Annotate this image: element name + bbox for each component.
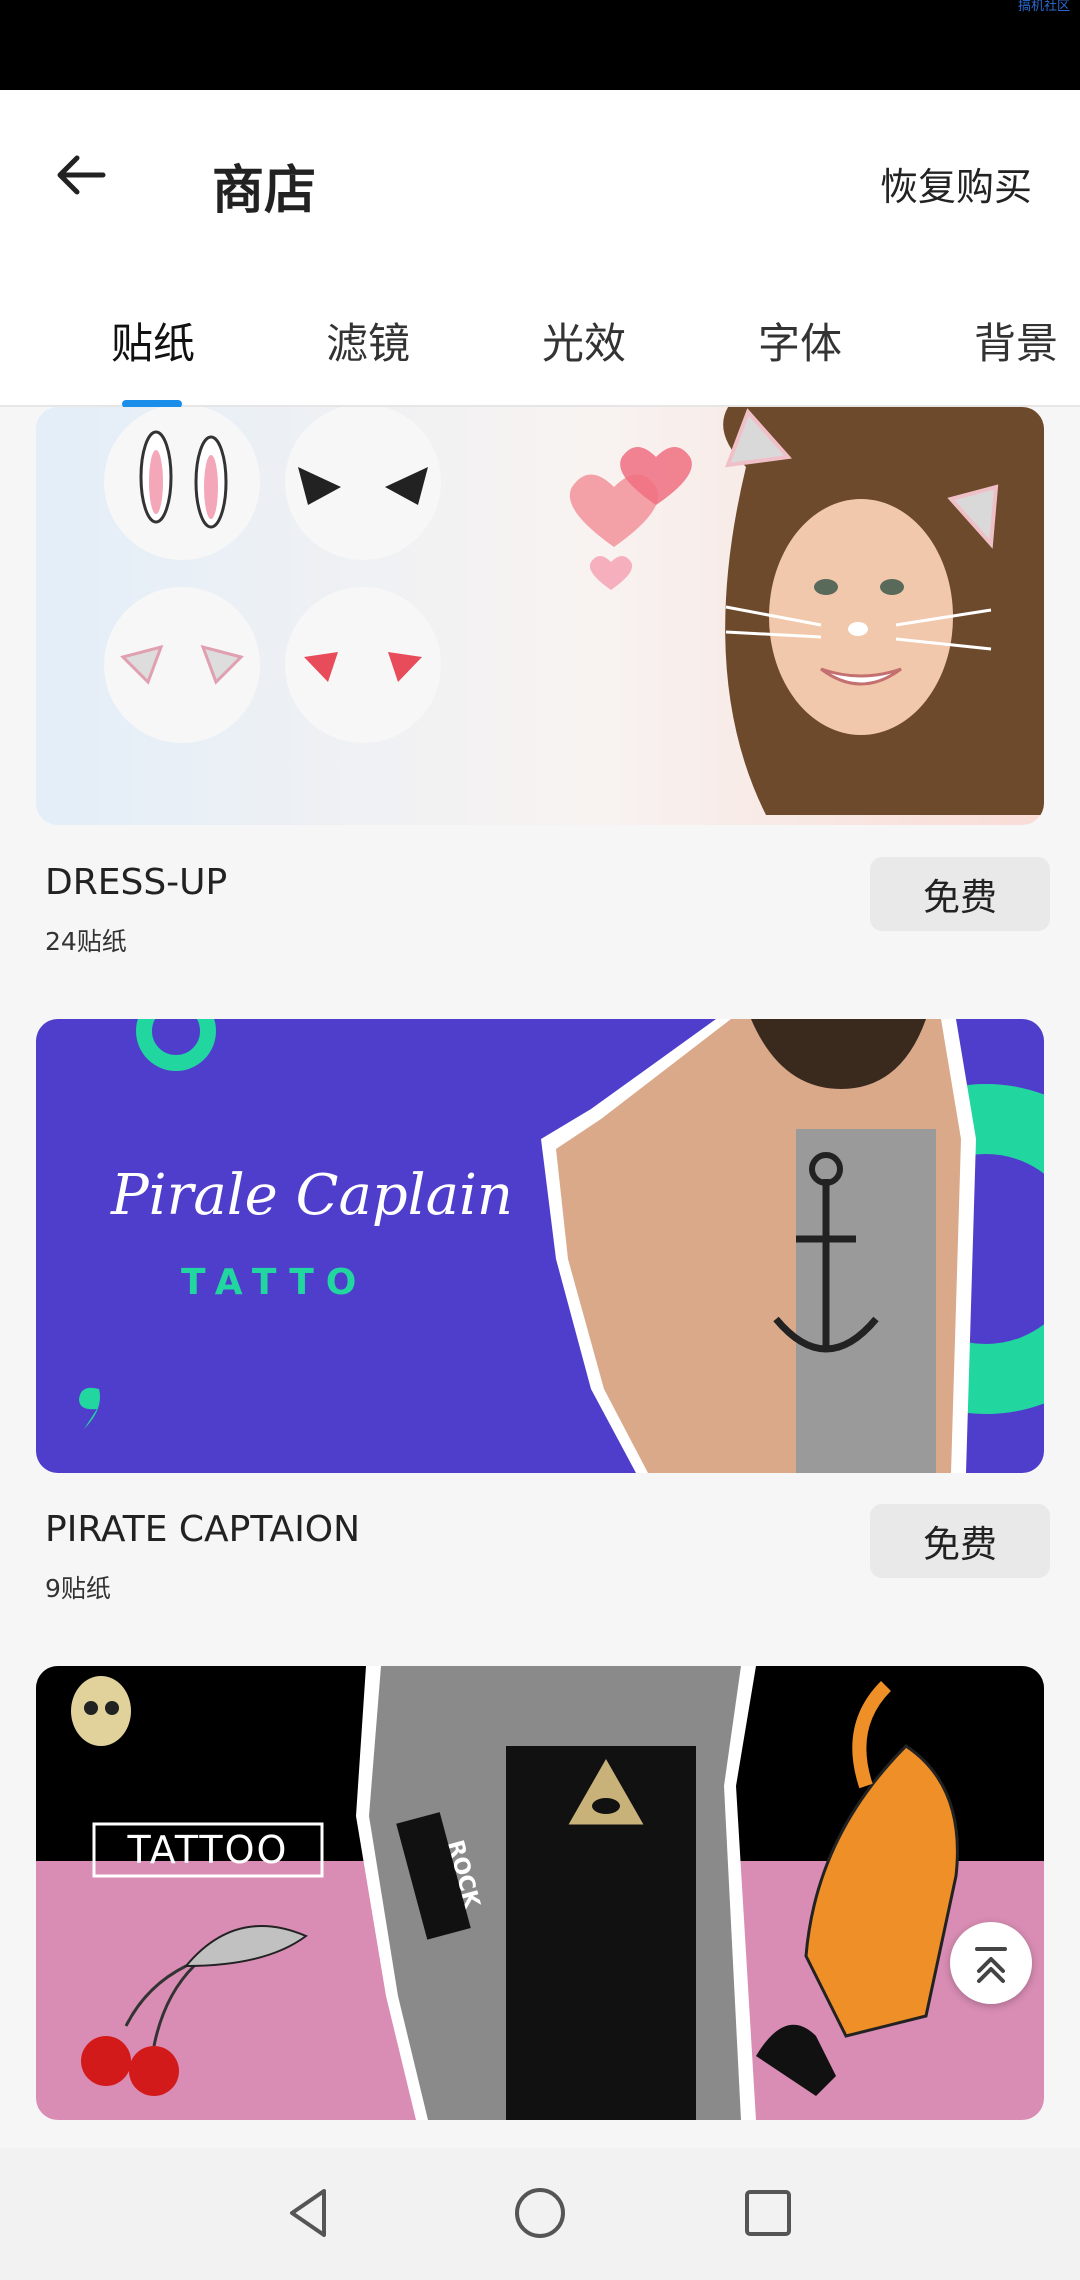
nav-back-icon <box>290 2189 326 2237</box>
app-header: 商店 恢复购买 贴纸 滤镜 光效 字体 背景 <box>0 90 1080 408</box>
banner-subtitle: TATTO <box>181 1262 368 1303</box>
back-button[interactable] <box>50 145 110 205</box>
item-subtitle: 24贴纸 <box>45 927 127 956</box>
item-subtitle: 9贴纸 <box>45 1574 111 1603</box>
nav-recents-button[interactable] <box>733 2178 803 2248</box>
scroll-to-top-button[interactable] <box>950 1922 1032 2004</box>
system-nav-bar <box>0 2148 1080 2280</box>
sticker-list[interactable]: DRESS-UP 24贴纸 免费 Pirale Caplain TATTO PI… <box>0 407 1080 2147</box>
tab-fonts[interactable]: 字体 <box>725 310 875 371</box>
scroll-to-top-icon <box>975 1947 1007 1983</box>
restore-purchase-button[interactable]: 恢复购买 <box>880 156 1032 211</box>
dress-up-banner[interactable] <box>36 407 1044 825</box>
back-arrow-icon <box>57 155 106 195</box>
tattoo-label: TATTOO <box>127 1828 289 1872</box>
page-title: 商店 <box>212 161 317 221</box>
nav-recents-icon <box>745 2190 791 2236</box>
tattoo-banner[interactable]: ROCK TATTOO <box>36 1666 1044 2120</box>
free-button[interactable]: 免费 <box>870 1504 1050 1578</box>
tab-filters[interactable]: 滤镜 <box>293 310 443 371</box>
category-tabs: 贴纸 滤镜 光效 字体 背景 <box>0 310 1080 408</box>
nav-home-icon <box>515 2188 565 2238</box>
tab-backgrounds[interactable]: 背景 <box>941 310 1080 371</box>
status-bar: 搞机社区 <box>0 0 1080 90</box>
watermark: 搞机社区 <box>1017 0 1070 14</box>
pirate-captain-banner[interactable]: Pirale Caplain TATTO <box>36 1019 1044 1473</box>
tab-stickers[interactable]: 贴纸 <box>78 310 228 371</box>
nav-back-button[interactable] <box>273 2178 343 2248</box>
tab-light-effects[interactable]: 光效 <box>509 310 659 371</box>
item-title: PIRATE CAPTAION <box>45 1509 361 1550</box>
nav-home-button[interactable] <box>505 2178 575 2248</box>
free-button[interactable]: 免费 <box>870 857 1050 931</box>
banner-script-title: Pirale Caplain <box>110 1163 513 1228</box>
item-title: DRESS-UP <box>45 862 228 903</box>
